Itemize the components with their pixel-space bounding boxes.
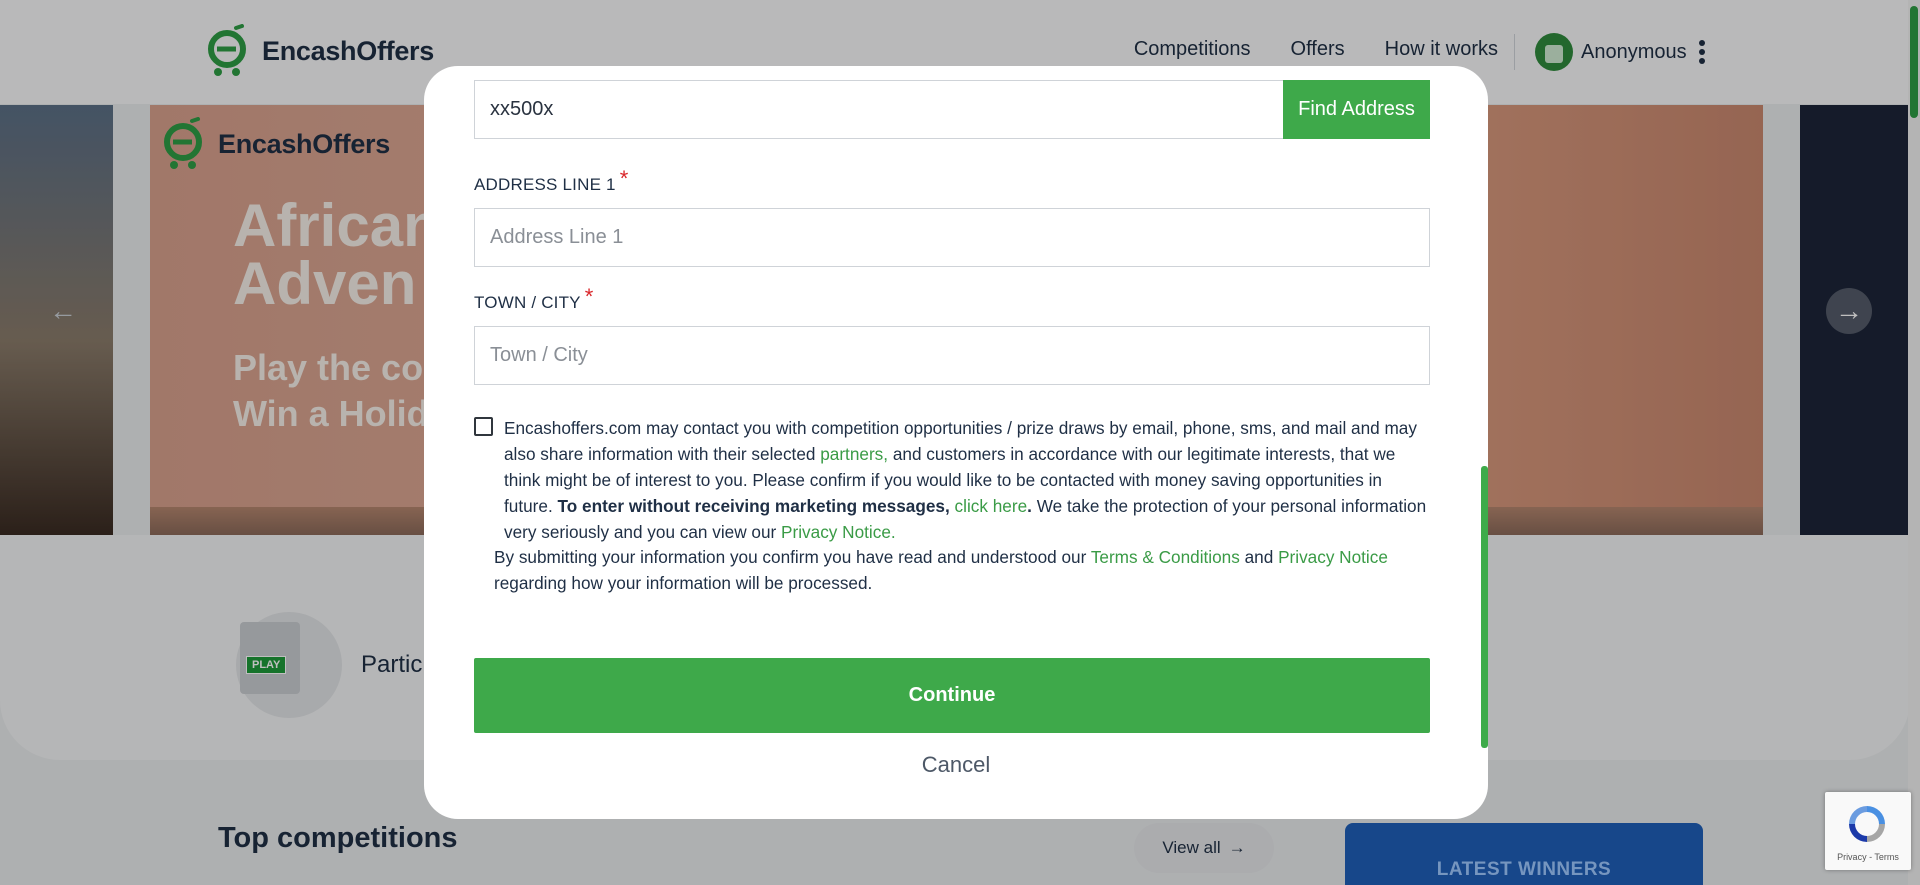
- submit-note-part: regarding how your information will be p…: [494, 573, 873, 593]
- recaptcha-links: Privacy - Terms: [1825, 852, 1911, 862]
- recaptcha-badge[interactable]: Privacy - Terms: [1825, 792, 1911, 870]
- town-city-label-text: TOWN / CITY: [474, 293, 581, 312]
- recaptcha-privacy-link[interactable]: Privacy: [1837, 852, 1867, 862]
- privacy-notice-link[interactable]: Privacy Notice.: [781, 522, 896, 542]
- postcode-row: xx500x Find Address: [474, 80, 1430, 139]
- postcode-input[interactable]: xx500x: [474, 80, 1283, 139]
- town-city-input[interactable]: Town / City: [474, 326, 1430, 385]
- address-modal: xx500x Find Address ADDRESS LINE 1 * Addr…: [424, 66, 1488, 819]
- consent-bold-text: To enter without receiving marketing mes…: [557, 496, 950, 516]
- recaptcha-terms-link[interactable]: Terms: [1874, 852, 1899, 862]
- click-here-link[interactable]: click here: [955, 496, 1028, 516]
- required-mark: *: [584, 284, 594, 309]
- submit-note-part: By submitting your information you confi…: [494, 547, 1091, 567]
- partners-link[interactable]: partners,: [820, 444, 888, 464]
- address-line-1-label-text: ADDRESS LINE 1: [474, 175, 616, 194]
- town-city-label: TOWN / CITY *: [474, 284, 593, 314]
- required-mark: *: [619, 166, 629, 191]
- address-line-1-input[interactable]: Address Line 1: [474, 208, 1430, 267]
- find-address-button[interactable]: Find Address: [1283, 80, 1430, 139]
- terms-conditions-link[interactable]: Terms & Conditions: [1091, 547, 1240, 567]
- recaptcha-icon: [1845, 802, 1889, 846]
- marketing-consent-checkbox[interactable]: [474, 417, 493, 436]
- cancel-button[interactable]: Cancel: [424, 752, 1488, 778]
- modal-scrollbar-thumb[interactable]: [1481, 466, 1488, 748]
- continue-button[interactable]: Continue: [474, 658, 1430, 733]
- consent-text: Encashoffers.com may contact you with co…: [504, 415, 1434, 545]
- privacy-notice-link[interactable]: Privacy Notice: [1278, 547, 1388, 567]
- submit-note: By submitting your information you confi…: [494, 544, 1424, 596]
- address-line-1-label: ADDRESS LINE 1 *: [474, 166, 628, 196]
- submit-note-part: and: [1239, 547, 1279, 567]
